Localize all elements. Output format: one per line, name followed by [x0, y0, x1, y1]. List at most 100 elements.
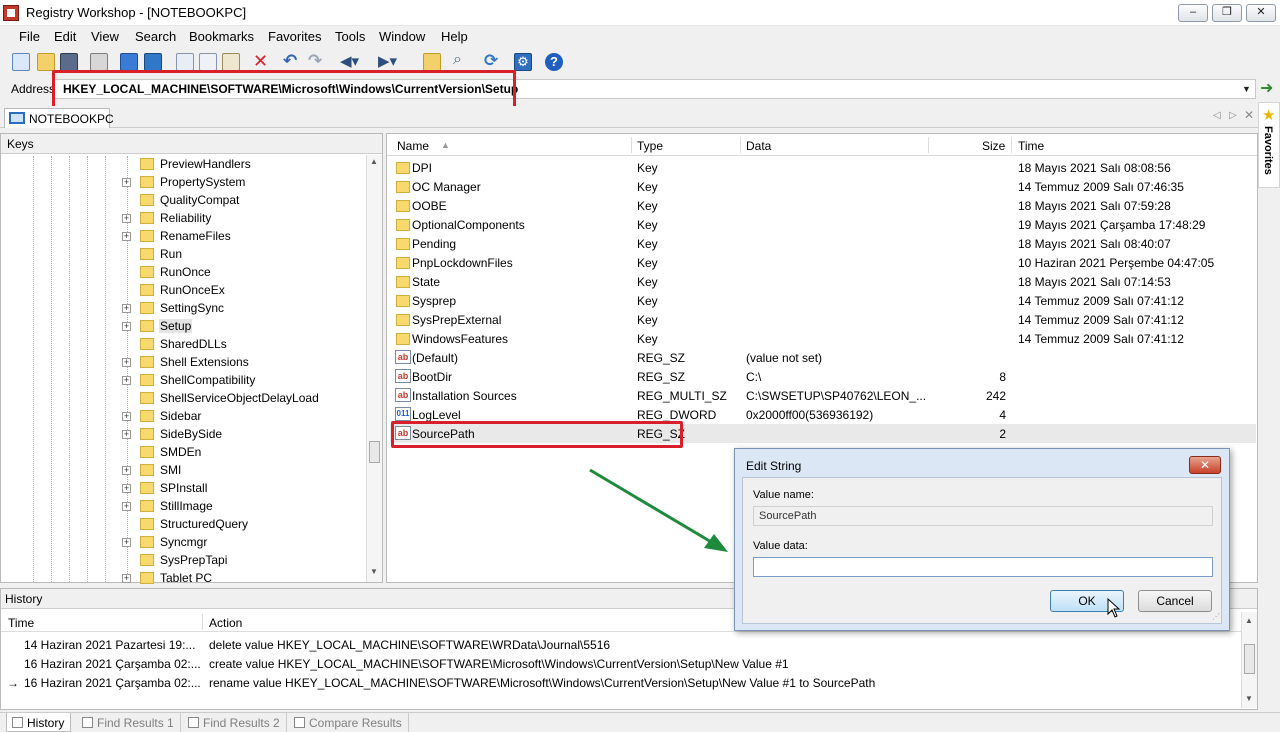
column-separator[interactable]: [928, 137, 929, 153]
parent-key-icon[interactable]: [423, 53, 441, 71]
value-row[interactable]: WindowsFeatures Key 14 Temmuz 2009 Salı 07…: [390, 329, 1256, 348]
menu-bookmarks[interactable]: Bookmarks: [189, 29, 254, 44]
address-dropdown-icon[interactable]: ▼: [1242, 84, 1251, 94]
value-row[interactable]: ab Installation Sources REG_MULTI_SZ C:\SWS…: [390, 386, 1256, 405]
value-row[interactable]: SysPrepExternal Key 14 Temmuz 2009 Salı 07…: [390, 310, 1256, 329]
column-separator[interactable]: [740, 137, 741, 153]
column-separator[interactable]: [631, 137, 632, 153]
value-row[interactable]: Sysprep Key 14 Temmuz 2009 Salı 07:41:12: [390, 291, 1256, 310]
value-data-input[interactable]: [753, 557, 1213, 577]
history-column-action[interactable]: Action: [209, 616, 242, 630]
delete-icon[interactable]: ✕: [253, 51, 268, 72]
column-data[interactable]: Data: [746, 139, 771, 153]
value-row[interactable]: State Key 18 Mayıs 2021 Salı 07:14:53: [390, 272, 1256, 291]
cut-icon[interactable]: [176, 53, 194, 71]
column-separator[interactable]: [1011, 137, 1012, 153]
close-button[interactable]: ✕: [1246, 4, 1276, 22]
value-row[interactable]: OC Manager Key 14 Temmuz 2009 Salı 07:46:3…: [390, 177, 1256, 196]
menu-view[interactable]: View: [91, 29, 119, 44]
value-row[interactable]: DPI Key 18 Mayıs 2021 Salı 08:08:56: [390, 158, 1256, 177]
expand-icon[interactable]: +: [122, 358, 131, 367]
value-row[interactable]: OptionalComponents Key 19 Mayıs 2021 Çarşa…: [390, 215, 1256, 234]
new-icon[interactable]: [12, 53, 30, 71]
menu-file[interactable]: File: [19, 29, 40, 44]
expand-icon[interactable]: +: [122, 538, 131, 547]
folder-icon: [140, 158, 154, 170]
tab-compare-results[interactable]: Compare Results: [289, 713, 409, 732]
tab-close-icon[interactable]: ✕: [1244, 108, 1254, 122]
menu-help[interactable]: Help: [441, 29, 468, 44]
column-size[interactable]: Size: [982, 139, 1005, 153]
history-column-time[interactable]: Time: [8, 616, 34, 630]
column-time[interactable]: Time: [1018, 139, 1044, 153]
address-input[interactable]: HKEY_LOCAL_MACHINE\SOFTWARE\Microsoft\Wi…: [54, 79, 1256, 99]
tab-prev-icon[interactable]: ◁: [1213, 110, 1221, 121]
expand-icon[interactable]: +: [122, 232, 131, 241]
go-arrow-icon[interactable]: ➜: [1260, 81, 1276, 97]
copy-icon[interactable]: [199, 53, 217, 71]
value-row[interactable]: ab (Default) REG_SZ (value not set): [390, 348, 1256, 367]
expand-icon[interactable]: +: [122, 178, 131, 187]
expand-icon[interactable]: +: [122, 430, 131, 439]
column-separator[interactable]: [202, 614, 203, 630]
value-name: PnpLockdownFiles: [412, 256, 513, 270]
minimize-button[interactable]: –: [1178, 4, 1208, 22]
expand-icon[interactable]: +: [122, 412, 131, 421]
value-row[interactable]: Pending Key 18 Mayıs 2021 Salı 08:40:07: [390, 234, 1256, 253]
value-type: Key: [637, 180, 658, 194]
back-icon[interactable]: ◀▾: [340, 52, 359, 70]
value-time: 19 Mayıs 2021 Çarşamba 17:48:29: [1018, 218, 1206, 232]
undo-icon[interactable]: ↶: [283, 51, 297, 71]
document-tab-bar: [0, 106, 1258, 128]
help-icon[interactable]: ?: [545, 53, 563, 71]
value-row[interactable]: ab BootDir REG_SZ C:\ 8: [390, 367, 1256, 386]
history-row[interactable]: 14 Haziran 2021 Pazartesi 19:... delete v…: [1, 635, 1241, 654]
refresh-icon[interactable]: ⟳: [484, 51, 498, 71]
expand-icon[interactable]: +: [122, 484, 131, 493]
expand-icon[interactable]: +: [122, 376, 131, 385]
history-row[interactable]: 16 Haziran 2021 Çarşamba 02:... create va…: [1, 654, 1241, 673]
menu-edit[interactable]: Edit: [54, 29, 76, 44]
menu-window[interactable]: Window: [379, 29, 425, 44]
expand-icon[interactable]: +: [122, 322, 131, 331]
resize-grip-icon[interactable]: ⋰: [1212, 612, 1222, 622]
paste-icon[interactable]: [222, 53, 240, 71]
history-scrollbar[interactable]: ▲ ▼: [1241, 612, 1257, 708]
menu-search[interactable]: Search: [135, 29, 176, 44]
history-time: 16 Haziran 2021 Çarşamba 02:...: [24, 676, 201, 690]
connect-icon[interactable]: [144, 53, 162, 71]
tab-next-icon[interactable]: ▷: [1229, 110, 1237, 121]
menu-tools[interactable]: Tools: [335, 29, 365, 44]
value-row[interactable]: PnpLockdownFiles Key 10 Haziran 2021 Perşe…: [390, 253, 1256, 272]
print-icon[interactable]: [90, 53, 108, 71]
column-type[interactable]: Type: [637, 139, 663, 153]
tab-history[interactable]: History: [6, 713, 72, 732]
cancel-button[interactable]: Cancel: [1138, 590, 1212, 612]
expand-icon[interactable]: +: [122, 574, 131, 583]
folder-icon: [140, 320, 154, 332]
folder-icon: [140, 482, 154, 494]
keys-scrollbar[interactable]: ▲ ▼: [366, 155, 382, 582]
expand-icon[interactable]: +: [122, 214, 131, 223]
find-icon[interactable]: ⌕: [453, 51, 462, 69]
forward-icon[interactable]: ▶▾: [378, 52, 397, 70]
tab-find-results-2[interactable]: Find Results 2: [183, 713, 287, 732]
value-name: SysPrepExternal: [412, 313, 502, 327]
redo-icon[interactable]: ↷: [308, 51, 322, 71]
expand-icon[interactable]: +: [122, 502, 131, 511]
menu-favorites[interactable]: Favorites: [268, 29, 321, 44]
history-row[interactable]: → 16 Haziran 2021 Çarşamba 02:... rename v…: [1, 673, 1241, 692]
tab-find-results-1[interactable]: Find Results 1: [77, 713, 181, 732]
settings-gear-icon[interactable]: ⚙: [514, 53, 532, 71]
expand-icon[interactable]: +: [122, 304, 131, 313]
folder-icon: [396, 314, 410, 326]
open-folder-icon[interactable]: [37, 53, 55, 71]
dialog-close-button[interactable]: ✕: [1189, 456, 1221, 474]
computer-icon[interactable]: [120, 53, 138, 71]
maximize-button[interactable]: ❐: [1212, 4, 1242, 22]
value-row[interactable]: OOBE Key 18 Mayıs 2021 Salı 07:59:28: [390, 196, 1256, 215]
save-icon[interactable]: [60, 53, 78, 71]
column-name[interactable]: Name: [397, 139, 429, 153]
mouse-pointer-icon: [1107, 598, 1121, 618]
expand-icon[interactable]: +: [122, 466, 131, 475]
